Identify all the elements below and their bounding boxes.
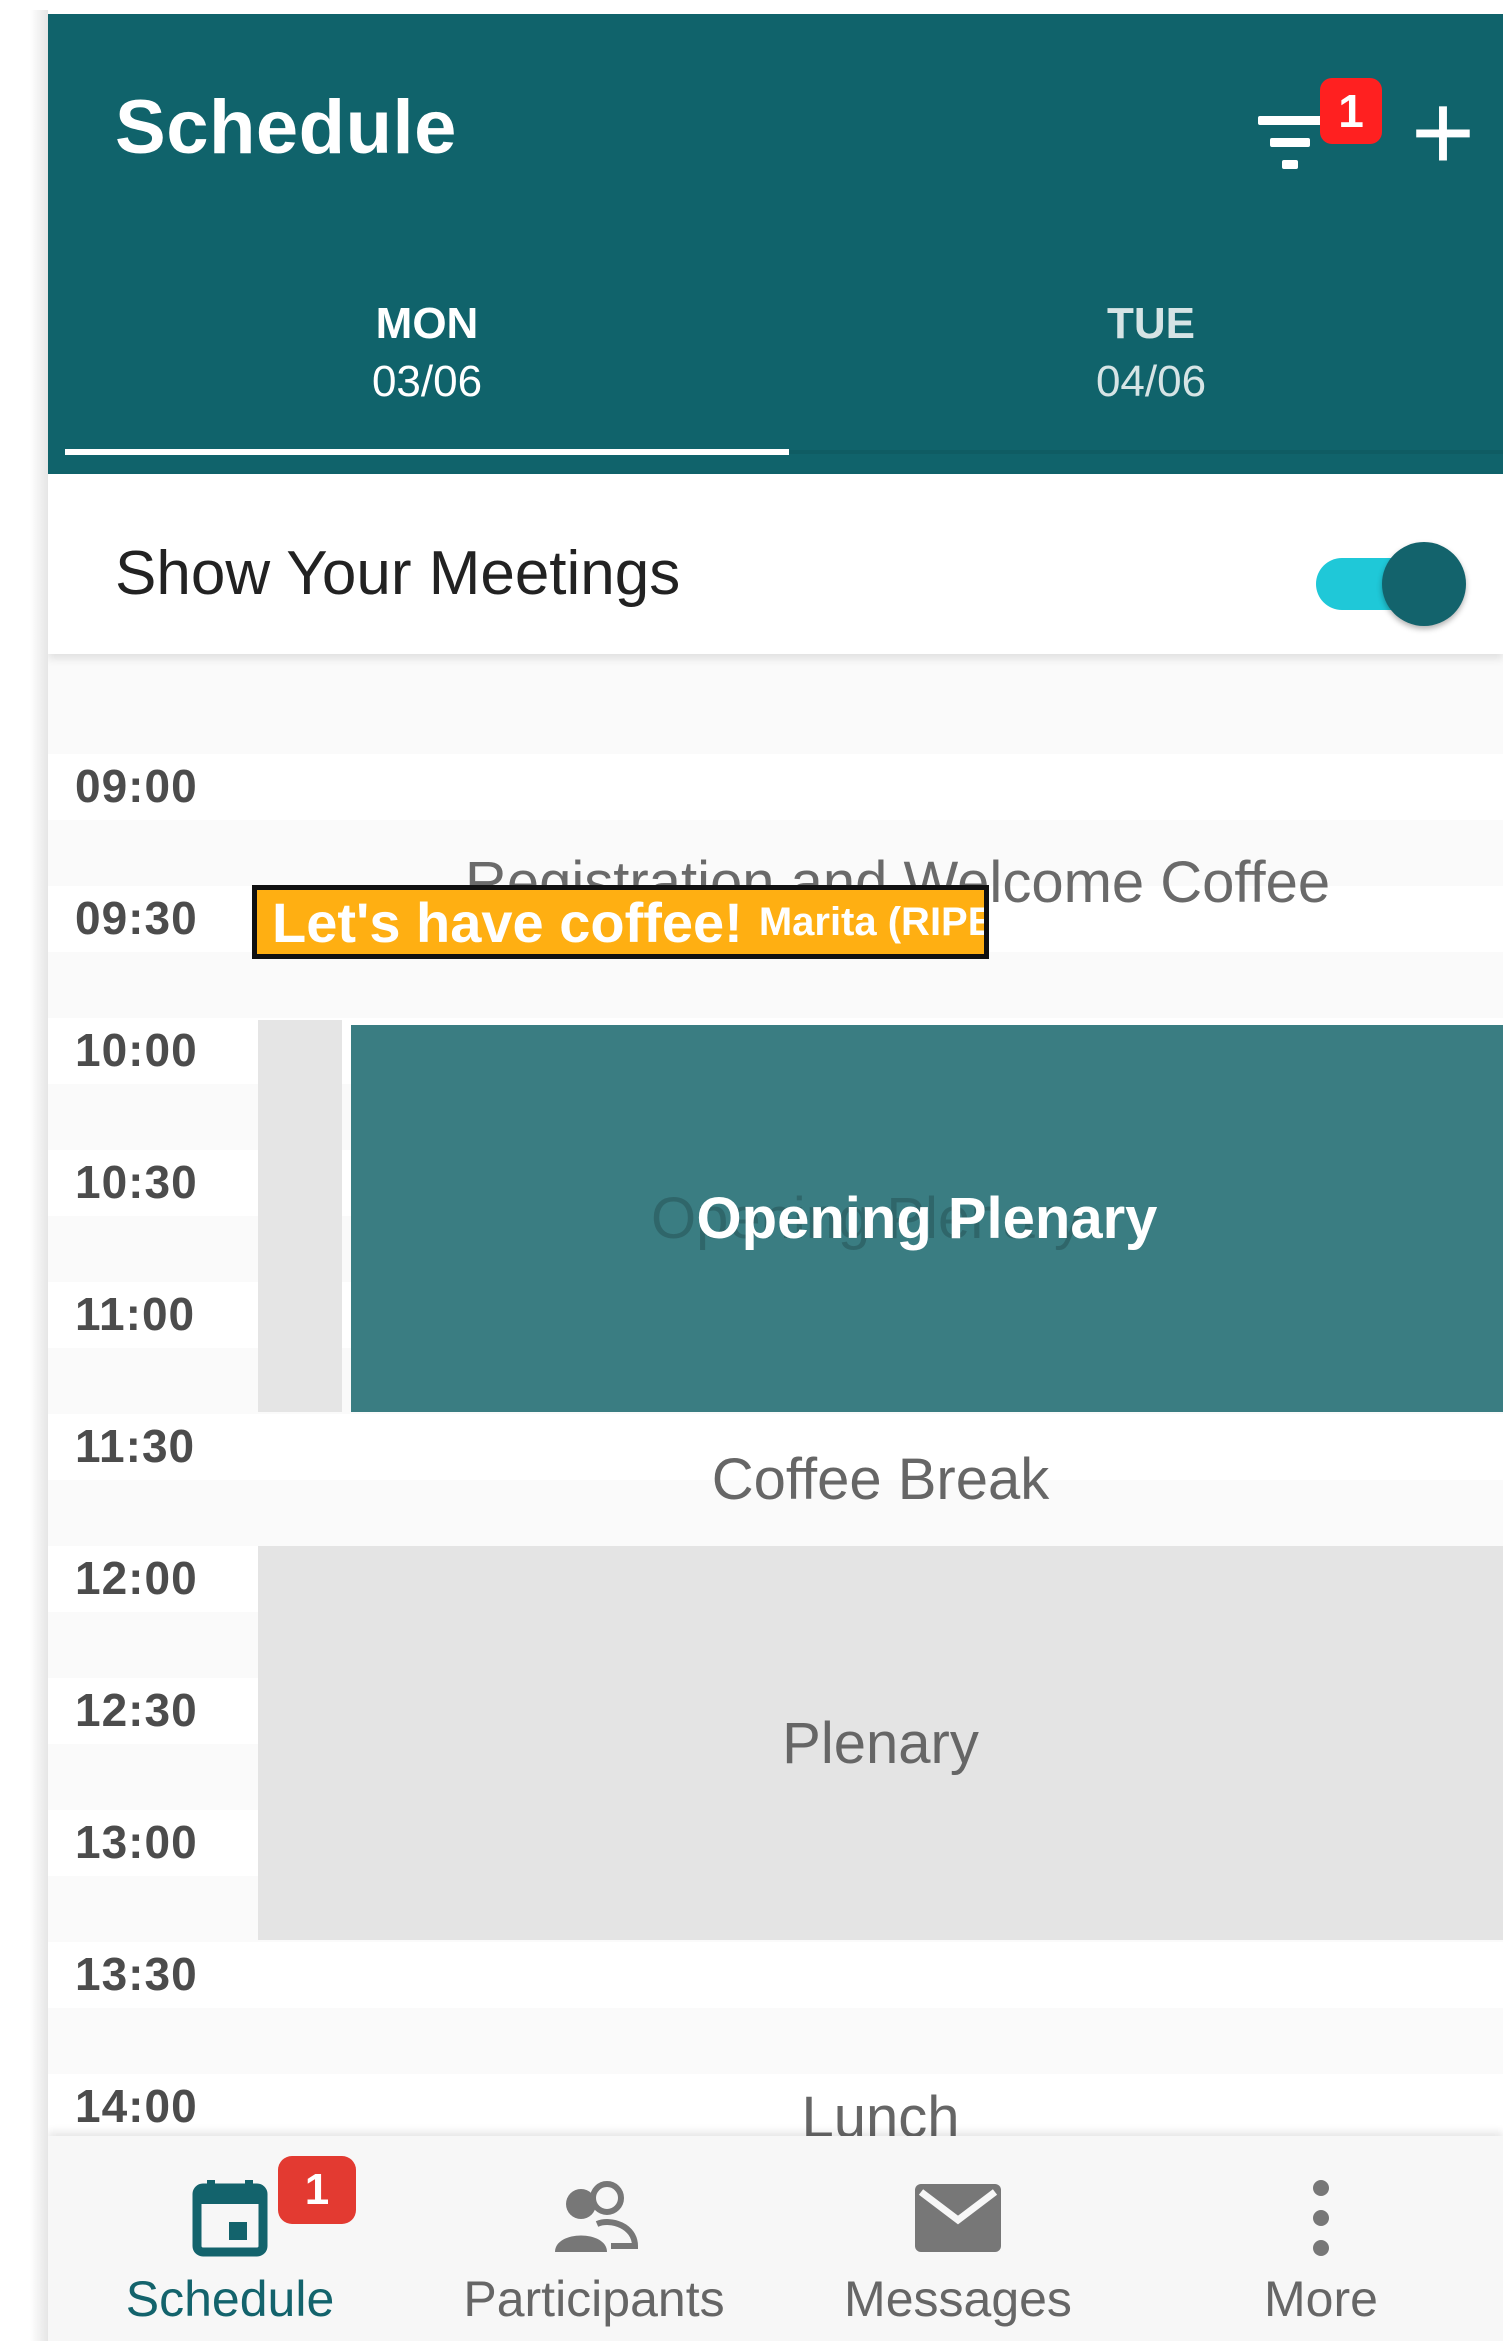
- nav-schedule-label: Schedule: [125, 2271, 335, 2327]
- participants-icon: [555, 2181, 639, 2252]
- calendar-icon: [192, 2180, 268, 2257]
- toggle-knob: [1382, 542, 1466, 626]
- time-label: 12:30: [75, 1684, 198, 1736]
- add-button[interactable]: +: [1398, 78, 1488, 188]
- time-label: 11:00: [75, 1288, 196, 1340]
- nav-more[interactable]: More: [1139, 2136, 1503, 2341]
- tab-date: 04/06: [1095, 357, 1207, 406]
- tab-day-mon[interactable]: MON 03/06: [65, 294, 789, 464]
- nav-schedule[interactable]: 1 Schedule: [48, 2136, 412, 2341]
- tab-day-tue[interactable]: TUE 04/06: [789, 294, 1503, 464]
- time-label: 13:30: [75, 1948, 198, 2000]
- time-label: 09:30: [75, 892, 198, 944]
- event-coffee-break[interactable]: Coffee Break: [258, 1414, 1503, 1544]
- event-opening-plenary[interactable]: Opening Plenary Opening Plenary: [351, 1025, 1503, 1412]
- meeting-note-coffee[interactable]: Let's have coffee! Marita (RIPE NCC): [252, 885, 989, 959]
- filter-button[interactable]: 1: [1248, 78, 1382, 192]
- tab-selected-indicator: [65, 449, 789, 455]
- time-band: [48, 754, 1503, 820]
- schedule-timeline[interactable]: 09:00 09:30 10:00 10:30 11:00 11:30 12:0…: [48, 674, 1503, 2154]
- filter-badge: 1: [1320, 78, 1382, 144]
- tab-date: 03/06: [371, 357, 483, 406]
- time-label: 12:00: [75, 1552, 198, 1604]
- nav-messages[interactable]: Messages: [776, 2136, 1140, 2341]
- event-plenary-label: Plenary: [782, 1710, 979, 1776]
- time-label: 14:00: [75, 2080, 198, 2132]
- more-vertical-icon: [1313, 2180, 1329, 2256]
- nav-participants[interactable]: Participants: [412, 2136, 776, 2341]
- app-shadow: [30, 10, 48, 2341]
- show-meetings-toggle[interactable]: [1316, 542, 1466, 626]
- page-title: Schedule: [115, 85, 457, 170]
- bottom-navigation: 1 Schedule Participants Messages More: [48, 2136, 1503, 2341]
- schedule-badge: 1: [278, 2156, 356, 2224]
- time-label: 10:00: [75, 1024, 198, 1076]
- tab-day-of-week: TUE: [1107, 299, 1195, 348]
- time-band: [48, 1942, 1503, 2008]
- meeting-note-participant: Marita (RIPE NCC): [758, 899, 989, 944]
- meeting-note-title: Let's have coffee!: [272, 890, 743, 954]
- app-header: Schedule 1 + MON 03/06 TUE 04/06: [48, 14, 1503, 474]
- tab-day-of-week: MON: [375, 299, 479, 348]
- time-label: 09:00: [75, 760, 198, 812]
- nav-participants-label: Participants: [463, 2271, 725, 2327]
- time-label: 10:30: [75, 1156, 198, 1208]
- event-plenary[interactable]: Plenary: [258, 1546, 1503, 1940]
- show-meetings-label: Show Your Meetings: [115, 539, 681, 608]
- tab-track: [789, 450, 1503, 454]
- mail-icon: [915, 2184, 1001, 2252]
- time-label: 13:00: [75, 1816, 198, 1868]
- nav-messages-label: Messages: [844, 2271, 1072, 2327]
- time-label: 11:30: [75, 1420, 196, 1472]
- nav-more-label: More: [1264, 2271, 1378, 2327]
- event-opening-label: Opening Plenary: [696, 1186, 1158, 1251]
- event-coffee-break-label: Coffee Break: [711, 1446, 1050, 1512]
- app-screen: Schedule 1 + MON 03/06 TUE 04/06 Show Yo…: [48, 14, 1503, 2341]
- show-meetings-row: Show Your Meetings: [48, 474, 1503, 654]
